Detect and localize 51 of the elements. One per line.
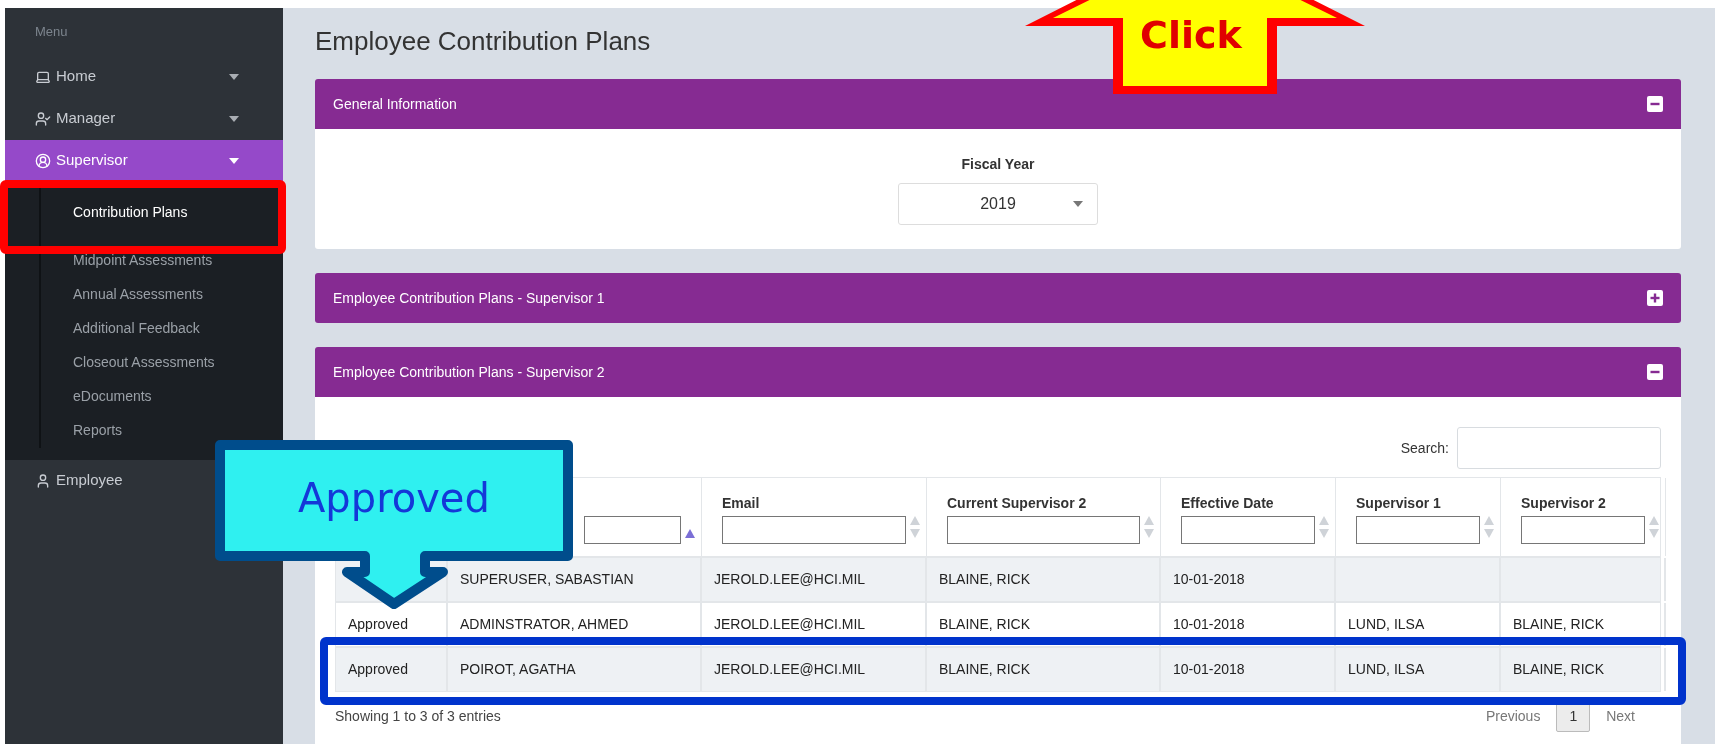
submenu-item[interactable]: Contribution Plans: [41, 181, 283, 244]
sidebar-item[interactable]: Supervisor: [5, 139, 283, 182]
column-label[interactable]: Current Supervisor 2: [947, 493, 1087, 514]
table-cell: BLAINE, RICK: [927, 648, 1161, 691]
submenu-item[interactable]: Closeout Assessments: [41, 345, 283, 380]
fiscal-year-dropdown[interactable]: 2019: [898, 182, 1098, 225]
user-check-icon: [35, 110, 51, 127]
filter-field[interactable]: [947, 516, 1140, 544]
table-cell: JEROLD.LEE@HCI.MIL: [702, 648, 927, 691]
panel-header[interactable]: General Information: [315, 79, 1681, 129]
filter-field[interactable]: [1521, 516, 1645, 544]
menu-heading: Menu: [34, 23, 69, 41]
page-title: Employee Contribution Plans: [315, 25, 651, 58]
expand-icon[interactable]: [1647, 290, 1663, 306]
table-cell: Approved: [336, 648, 448, 691]
filter-field[interactable]: [722, 516, 906, 544]
submenu-item[interactable]: Midpoint Assessments: [41, 243, 283, 278]
panel-title: Employee Contribution Plans - Supervisor 1: [333, 288, 605, 308]
collapse-icon[interactable]: [1647, 96, 1663, 112]
column-label[interactable]: Supervisor 1: [1356, 493, 1441, 514]
search-field[interactable]: [1457, 427, 1661, 469]
panel-title: Employee Contribution Plans - Supervisor 2: [333, 362, 605, 382]
column-label[interactable]: Supervisor 2: [1521, 493, 1606, 514]
panel-header[interactable]: Employee Contribution Plans - Supervisor 2: [315, 347, 1681, 397]
callout-label: Click: [1140, 16, 1242, 54]
collapse-icon[interactable]: [1647, 364, 1663, 380]
column-label[interactable]: Effective Date: [1181, 493, 1274, 514]
search-label: Search:: [1400, 438, 1449, 458]
table-cell: 10-01-2018: [1161, 648, 1336, 691]
sidebar-item[interactable]: Home: [5, 55, 283, 98]
user-circle-icon: [35, 152, 51, 169]
sidebar-item[interactable]: Manager: [5, 97, 283, 140]
filter-field[interactable]: [584, 516, 681, 544]
table-cell: BLAINE, RICK: [1501, 648, 1666, 691]
sidebar-item[interactable]: Employee: [5, 459, 135, 502]
caret-icon: [1073, 200, 1083, 207]
panel-header[interactable]: Employee Contribution Plans - Supervisor 1: [315, 273, 1681, 323]
user-icon: [35, 472, 51, 489]
table-info: Showing 1 to 3 of 3 entries: [335, 706, 501, 726]
table-cell: POIROT, AGATHA: [448, 648, 702, 691]
column-label[interactable]: Email: [722, 493, 760, 514]
submenu-item[interactable]: eDocuments: [41, 379, 283, 414]
panel-title: General Information: [333, 94, 457, 114]
submenu-item[interactable]: Additional Feedback: [41, 311, 283, 346]
submenu-item[interactable]: Reports: [41, 413, 283, 448]
table-cell: LUND, ILSA: [1336, 648, 1501, 691]
sort-icon[interactable]: [685, 529, 695, 538]
filter-field[interactable]: [1181, 516, 1315, 544]
filter-field[interactable]: [1356, 516, 1480, 544]
field-label: Fiscal Year: [961, 154, 1035, 174]
submenu-item[interactable]: Annual Assessments: [41, 277, 283, 312]
